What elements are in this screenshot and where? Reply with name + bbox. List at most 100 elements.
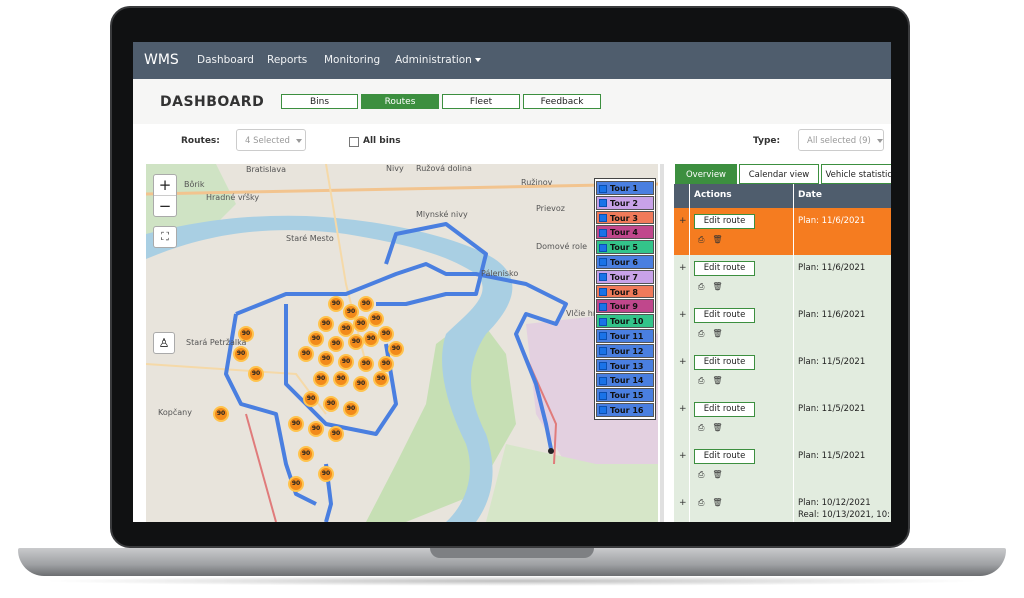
tour-toggle[interactable]: Tour 5 [596, 240, 654, 254]
print-icon[interactable]: ⎙ [698, 470, 704, 479]
table-row[interactable]: + Edit route ⎙ 🗑 Plan: 11/6/2021 [674, 208, 891, 256]
route-map[interactable]: 90 90 90 90 90 90 90 90 90 90 90 90 90 90 90 90 90 90 90 90… [146, 164, 658, 522]
expand-row-button[interactable]: + [679, 498, 687, 508]
tour-toggle[interactable]: Tour 16 [596, 402, 654, 417]
routes-select[interactable]: 4 Selected [236, 129, 306, 151]
expand-row-button[interactable]: + [679, 451, 687, 461]
table-row[interactable]: + Edit route ⎙ 🗑 Plan: 11/6/2021 [674, 255, 891, 303]
print-icon[interactable]: ⎙ [698, 282, 704, 291]
bin-marker[interactable]: 90 [288, 416, 304, 432]
bin-marker[interactable]: 90 [318, 351, 334, 367]
tour-toggle[interactable]: Tour 7 [596, 269, 654, 284]
tour-toggle[interactable]: Tour 1 [596, 181, 654, 195]
bin-marker[interactable]: 90 [338, 354, 354, 370]
print-icon[interactable]: ⎙ [698, 235, 704, 244]
tab-calendar-view[interactable]: Calendar view [739, 164, 819, 184]
bin-marker[interactable]: 90 [328, 426, 344, 442]
tour-toggle[interactable]: Tour 2 [596, 195, 654, 210]
edit-route-button[interactable]: Edit route [694, 355, 755, 370]
tour-toggle[interactable]: Tour 13 [596, 358, 654, 373]
tour-toggle[interactable]: Tour 6 [596, 254, 654, 269]
nav-dashboard[interactable]: Dashboard [197, 54, 254, 66]
bin-marker[interactable]: 90 [298, 346, 314, 362]
table-row[interactable]: + Edit route ⎙ 🗑 Plan: 11/5/2021 [674, 396, 891, 444]
tour-toggle[interactable]: Tour 14 [596, 373, 654, 388]
bin-marker[interactable]: 90 [343, 401, 359, 417]
tab-bins[interactable]: Bins [281, 94, 358, 109]
bin-marker[interactable]: 90 [308, 421, 324, 437]
print-icon[interactable]: ⎙ [698, 423, 704, 432]
fullscreen-icon[interactable]: ⛶ [153, 226, 177, 248]
panel-splitter[interactable] [660, 164, 664, 522]
bin-marker[interactable]: 90 [213, 406, 229, 422]
bin-marker[interactable]: 90 [313, 371, 329, 387]
bin-marker[interactable]: 90 [248, 366, 264, 382]
print-icon[interactable]: ⎙ [698, 376, 704, 385]
bin-marker[interactable]: 90 [328, 336, 344, 352]
tab-feedback[interactable]: Feedback [523, 94, 601, 109]
tour-toggle[interactable]: Tour 3 [596, 210, 654, 225]
expand-row-button[interactable]: + [679, 310, 687, 320]
expand-row-button[interactable]: + [679, 216, 687, 226]
bin-marker[interactable]: 90 [373, 371, 389, 387]
trash-icon[interactable]: 🗑 [712, 498, 722, 507]
bin-marker[interactable]: 90 [358, 296, 374, 312]
brand-logo[interactable]: WMS [144, 52, 179, 68]
table-row[interactable]: + Edit route ⎙ 🗑 Plan: 11/5/2021 [674, 443, 891, 491]
trash-icon[interactable]: 🗑 [712, 235, 722, 244]
tour-toggle[interactable]: Tour 15 [596, 388, 654, 402]
trash-icon[interactable]: 🗑 [712, 376, 722, 385]
tour-toggle[interactable]: Tour 9 [596, 299, 654, 314]
table-row[interactable]: + Edit route ⎙ 🗑 Plan: 11/6/2021 [674, 302, 891, 350]
nav-reports[interactable]: Reports [267, 54, 307, 66]
bin-marker[interactable]: 90 [333, 371, 349, 387]
bin-marker[interactable]: 90 [308, 331, 324, 347]
bin-marker[interactable]: 90 [353, 376, 369, 392]
bin-marker[interactable]: 90 [388, 341, 404, 357]
bin-marker[interactable]: 90 [378, 326, 394, 342]
table-row[interactable]: + Edit route ⎙ 🗑 Plan: 11/5/2021 [674, 349, 891, 397]
table-row[interactable]: + ⎙ 🗑 Plan: 10/12/2021 Real: 10/13/2021, 10:… [674, 490, 891, 522]
trash-icon[interactable]: 🗑 [712, 423, 722, 432]
bin-marker[interactable]: 90 [348, 334, 364, 350]
tour-toggle[interactable]: Tour 11 [596, 328, 654, 343]
print-icon[interactable]: ⎙ [698, 498, 704, 507]
tour-toggle[interactable]: Tour 4 [596, 225, 654, 240]
bin-marker[interactable]: 90 [358, 356, 374, 372]
bin-marker[interactable]: 90 [328, 296, 344, 312]
bin-marker[interactable]: 90 [368, 311, 384, 327]
edit-route-button[interactable]: Edit route [694, 261, 755, 276]
bin-marker[interactable]: 90 [378, 356, 394, 372]
expand-row-button[interactable]: + [679, 404, 687, 414]
bin-marker[interactable]: 90 [318, 316, 334, 332]
trash-icon[interactable]: 🗑 [712, 470, 722, 479]
print-icon[interactable]: ⎙ [698, 329, 704, 338]
street-view-icon[interactable]: ♙ [153, 332, 175, 354]
all-bins-checkbox[interactable] [349, 137, 359, 147]
tour-toggle[interactable]: Tour 10 [596, 314, 654, 328]
zoom-out-button[interactable]: − [154, 196, 176, 216]
type-select[interactable]: All selected (9) [798, 129, 884, 151]
tab-overview[interactable]: Overview [675, 164, 737, 184]
nav-administration[interactable]: Administration [395, 54, 481, 66]
tour-toggle[interactable]: Tour 12 [596, 343, 654, 358]
bin-marker[interactable]: 90 [323, 396, 339, 412]
bin-marker[interactable]: 90 [353, 316, 369, 332]
bin-marker[interactable]: 90 [363, 331, 379, 347]
trash-icon[interactable]: 🗑 [712, 282, 722, 291]
bin-marker[interactable]: 90 [303, 391, 319, 407]
tab-vehicle-statistics[interactable]: Vehicle statistics [821, 164, 891, 184]
bin-marker[interactable]: 90 [233, 346, 249, 362]
edit-route-button[interactable]: Edit route [694, 449, 755, 464]
trash-icon[interactable]: 🗑 [712, 329, 722, 338]
bin-marker[interactable]: 90 [318, 466, 334, 482]
bin-marker[interactable]: 90 [288, 476, 304, 492]
bin-marker[interactable]: 90 [298, 446, 314, 462]
edit-route-button[interactable]: Edit route [694, 402, 755, 417]
edit-route-button[interactable]: Edit route [694, 308, 755, 323]
expand-row-button[interactable]: + [679, 263, 687, 273]
tab-fleet[interactable]: Fleet [442, 94, 520, 109]
edit-route-button[interactable]: Edit route [694, 214, 755, 229]
tab-routes[interactable]: Routes [361, 94, 439, 109]
tour-toggle[interactable]: Tour 8 [596, 284, 654, 299]
